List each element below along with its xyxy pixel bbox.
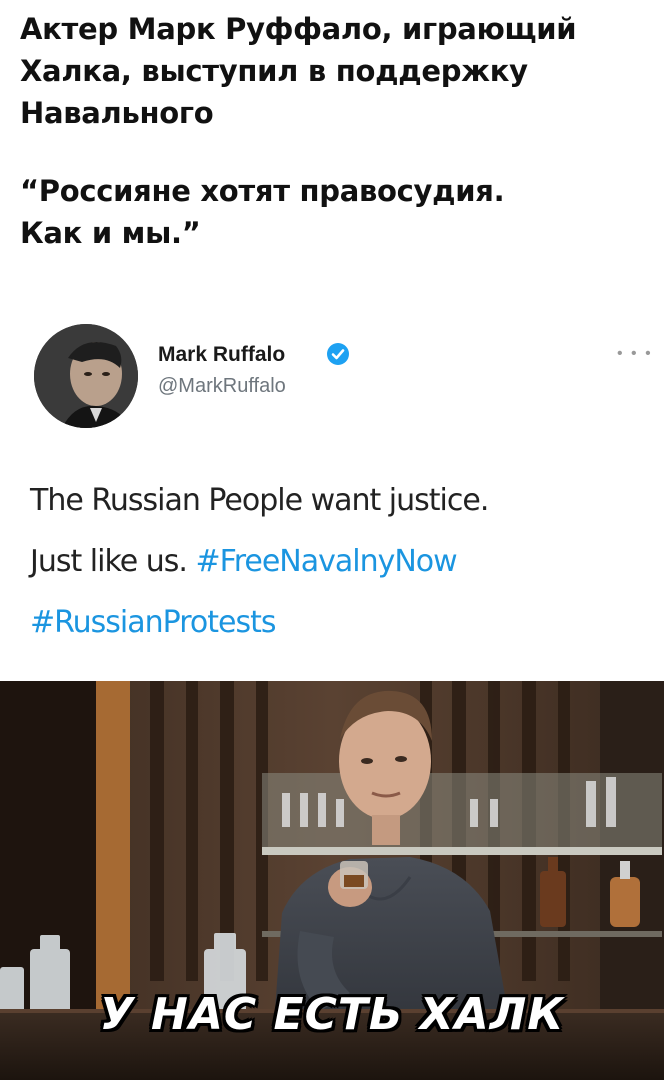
- tweet-author-name[interactable]: Mark Ruffalo: [158, 343, 285, 367]
- tweet-author-handle[interactable]: @MarkRuffalo: [158, 375, 286, 398]
- headline-line-1: Актер Марк Руффало, играющий: [20, 12, 577, 46]
- quote-line-1: “Россияне хотят правосудия.: [20, 174, 505, 208]
- hashtag-russian-protests[interactable]: #RussianProtests: [30, 605, 276, 640]
- tweet-text-plain: Just like us.: [30, 544, 196, 579]
- more-options-icon[interactable]: • • •: [617, 346, 653, 362]
- headline-spacer: [20, 134, 650, 170]
- meme-image: У НАС ЕСТЬ ХАЛК: [0, 681, 664, 1080]
- tweet-text-line-2: Just like us. #FreeNavalnyNow: [30, 531, 650, 592]
- tweet-text: The Russian People want justice. Just li…: [30, 470, 650, 653]
- tweet-header: Mark Ruffalo @MarkRuffalo • • •: [34, 324, 660, 428]
- tweet-text-line-1: The Russian People want justice.: [30, 483, 489, 518]
- tweet-text-line-3: #RussianProtests: [30, 592, 650, 653]
- post-headline: Актер Марк Руффало, играющий Халка, выст…: [20, 8, 650, 254]
- headline-line-2: Халка, выступил в поддержку: [20, 54, 528, 88]
- meme-caption: У НАС ЕСТЬ ХАЛК: [99, 989, 565, 1040]
- quote-line-2: Как и мы.”: [20, 216, 201, 250]
- author-avatar[interactable]: [34, 324, 138, 428]
- verified-badge-icon: [327, 343, 349, 365]
- hashtag-free-navalny-now[interactable]: #FreeNavalnyNow: [195, 544, 457, 579]
- headline-line-3: Навального: [20, 96, 214, 130]
- avatar-portrait-icon: [34, 324, 138, 428]
